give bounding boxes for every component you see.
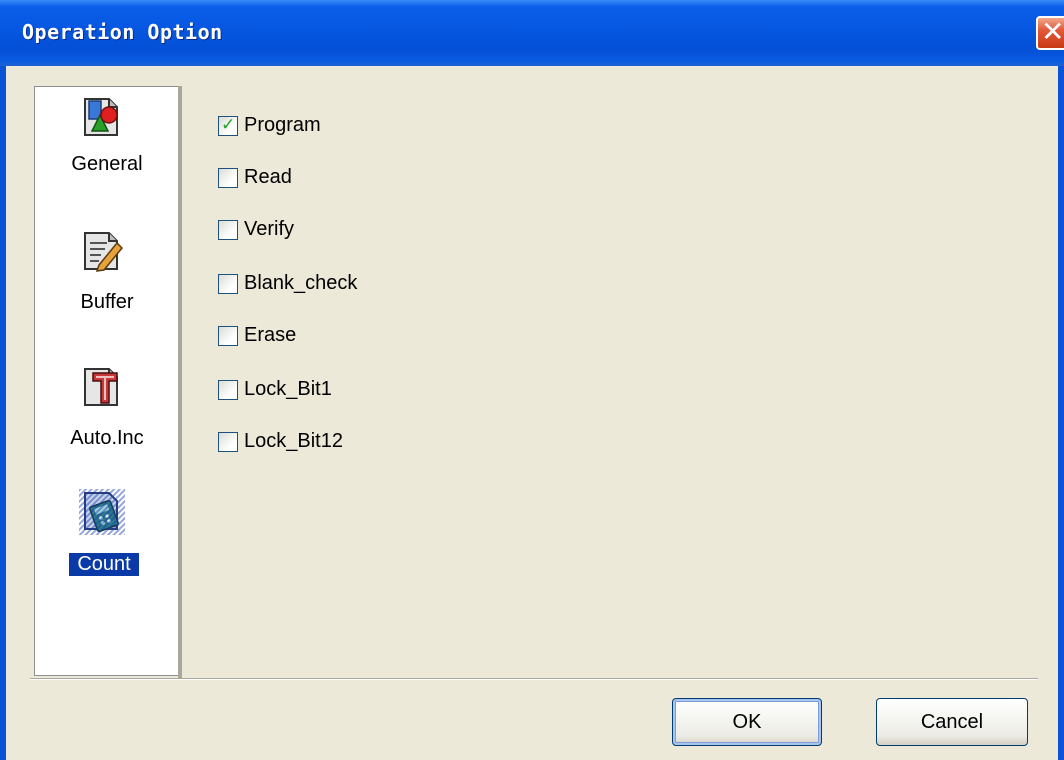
nav-item-label: Auto.Inc: [70, 427, 144, 449]
checkmark-icon: ✓: [221, 115, 236, 135]
nav-item-label: Buffer: [80, 291, 134, 313]
window-frame-right: [1058, 66, 1064, 760]
ok-button[interactable]: OK: [672, 698, 822, 746]
auto-inc-icon: [84, 368, 118, 406]
option-label: Read: [244, 166, 292, 188]
category-list: General Buffer Auto.Inc Count: [34, 86, 180, 676]
operation-option-dialog: Operation Option ✕ General Buffer Auto.I…: [0, 0, 1064, 760]
count-icon: [79, 489, 125, 535]
option-label: Lock_Bit1: [244, 378, 332, 400]
option-label: Lock_Bit12: [244, 430, 343, 452]
nav-item-general[interactable]: General: [35, 89, 179, 209]
read-checkbox[interactable]: [218, 168, 238, 188]
cancel-button[interactable]: Cancel: [876, 698, 1028, 746]
blank-check-checkbox[interactable]: [218, 274, 238, 294]
close-icon: ✕: [1041, 15, 1064, 48]
verify-checkbox[interactable]: [218, 220, 238, 240]
option-label: Erase: [244, 324, 297, 346]
buffer-edit-icon: [84, 232, 124, 272]
nav-item-auto-inc[interactable]: Auto.Inc: [35, 359, 179, 479]
nav-item-label: General: [71, 153, 143, 175]
erase-checkbox[interactable]: [218, 326, 238, 346]
nav-item-label-selected: Count: [68, 552, 140, 577]
window-frame-left: [0, 66, 6, 760]
option-label: Verify: [244, 218, 295, 240]
general-settings-icon: [84, 98, 118, 136]
option-label: Blank_check: [244, 272, 358, 294]
lock-bit12-checkbox[interactable]: [218, 432, 238, 452]
option-label: Program: [244, 114, 321, 136]
close-button[interactable]: ✕: [1036, 15, 1064, 50]
nav-item-count[interactable]: Count: [35, 489, 179, 609]
window-title: Operation Option: [22, 20, 223, 44]
lock-bit1-checkbox[interactable]: [218, 380, 238, 400]
options-pane: ✓ Program Read Verify Blank_check Erase …: [182, 86, 1038, 678]
title-bar[interactable]: Operation Option ✕: [0, 0, 1064, 66]
program-checkbox[interactable]: ✓: [218, 115, 238, 136]
nav-item-buffer[interactable]: Buffer: [35, 225, 179, 345]
divider-highlight: [30, 679, 1038, 680]
